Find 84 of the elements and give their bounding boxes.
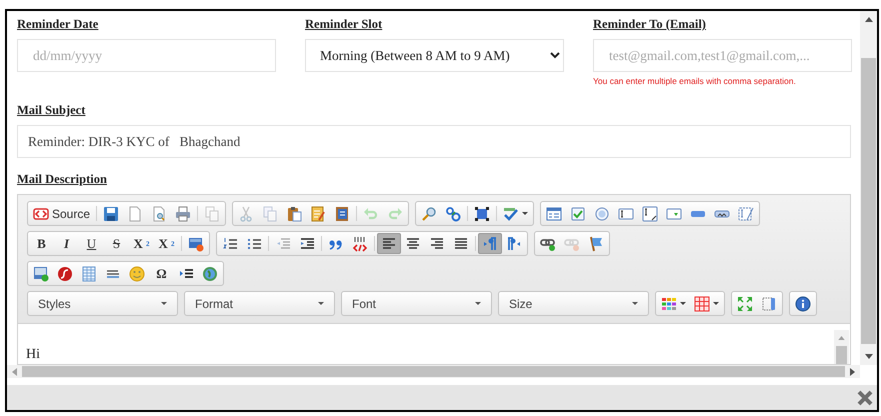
- preview-icon: [151, 206, 168, 222]
- scissors-icon: [238, 206, 254, 222]
- copy-icon: [262, 206, 278, 222]
- field-label: Mail Description: [17, 172, 108, 188]
- document-icon: [334, 206, 350, 222]
- format-button[interactable]: X$^{2}$: [154, 233, 179, 254]
- smiley-icon: [129, 266, 145, 282]
- table-icon: [81, 266, 97, 282]
- text-field-icon: [618, 206, 634, 222]
- pages-icon: [204, 206, 220, 222]
- field-label: Reminder To (Email): [593, 17, 707, 33]
- scroll-right-icon[interactable]: [850, 368, 855, 376]
- caret-icon: [161, 302, 167, 305]
- editor-scrollbar[interactable]: [834, 330, 849, 364]
- field-label: Reminder Date: [17, 17, 100, 33]
- format-button[interactable]: B: [29, 233, 54, 254]
- toolbar-button[interactable]: [377, 233, 401, 254]
- outdent-icon: [275, 236, 291, 252]
- redo-icon: [387, 206, 404, 222]
- close-icon[interactable]: [857, 390, 873, 406]
- scroll-thumb[interactable]: [836, 346, 847, 364]
- checkbox-icon: [570, 206, 586, 222]
- caret-icon: [522, 212, 528, 215]
- page-icon: [127, 206, 144, 222]
- format-button[interactable]: Ω: [149, 263, 174, 284]
- select-icon: [666, 206, 682, 222]
- combo-dropdown[interactable]: Styles: [27, 291, 178, 316]
- slot-dropdown[interactable]: Morning (Between 8 AM to 9 AM): [305, 39, 564, 72]
- show-blocks-icon: [761, 296, 777, 312]
- info-icon: [795, 296, 811, 312]
- indent-icon: [299, 236, 315, 252]
- vertical-scrollbar[interactable]: [860, 11, 877, 365]
- editor-text: Hi: [26, 347, 40, 364]
- color-grid-icon: [661, 296, 677, 312]
- subject-field[interactable]: Reminder: DIR-3 KYC of Bhagchand: [17, 125, 851, 158]
- scroll-up-icon[interactable]: [864, 17, 872, 22]
- ltr-icon: [482, 236, 498, 252]
- globe-icon: [202, 266, 218, 282]
- horizontal-scrollbar[interactable]: [7, 365, 860, 378]
- select-all-icon: [474, 206, 490, 222]
- table-grid-icon: [694, 296, 710, 312]
- undo-icon: [363, 206, 380, 222]
- combo-dropdown[interactable]: Size: [498, 291, 649, 316]
- source-button[interactable]: Source: [29, 203, 94, 224]
- caret-icon: [475, 302, 481, 305]
- caret-icon: [318, 302, 324, 305]
- caret-icon: [632, 302, 638, 305]
- format-button[interactable]: S: [104, 233, 129, 254]
- field-label: Mail Subject: [17, 103, 86, 119]
- align-center-icon: [405, 236, 421, 252]
- hint-text: You can enter multiple emails with comma separation.: [593, 76, 797, 86]
- notepad-icon: [310, 206, 326, 222]
- radio-icon: [594, 206, 610, 222]
- combo-dropdown[interactable]: Font: [341, 291, 492, 316]
- align-right-icon: [429, 236, 445, 252]
- email-field[interactable]: test@gmail.com,test1@gmail.com,...: [593, 39, 852, 72]
- flag-icon: [588, 236, 604, 252]
- spellcheck-icon: [503, 206, 520, 222]
- caret-icon: [680, 302, 686, 305]
- format-button[interactable]: U: [79, 233, 104, 254]
- field-label: Reminder Slot: [305, 17, 384, 33]
- caret-icon: [713, 302, 719, 305]
- align-left-icon: [381, 236, 397, 252]
- scroll-left-icon[interactable]: [12, 368, 17, 376]
- image-icon: [33, 266, 49, 282]
- numbered-list-icon: [222, 236, 238, 252]
- form-icon: [546, 206, 562, 222]
- date-field[interactable]: dd/mm/yyyy: [17, 39, 276, 72]
- text-area-icon: [642, 206, 658, 222]
- search-icon: [421, 206, 438, 222]
- maximize-icon: [737, 296, 753, 312]
- justify-icon: [453, 236, 469, 252]
- floppy-icon: [103, 206, 120, 222]
- scroll-thumb[interactable]: [861, 58, 876, 344]
- rtl-icon: [506, 236, 522, 252]
- clipboard-icon: [286, 206, 302, 222]
- code-icon: [33, 206, 49, 222]
- scroll-down-icon[interactable]: [864, 354, 872, 359]
- div-icon: [352, 236, 368, 252]
- format-button[interactable]: I: [54, 233, 79, 254]
- printer-icon: [175, 206, 192, 222]
- scroll-thumb[interactable]: [22, 366, 845, 377]
- combo-dropdown[interactable]: Format: [184, 291, 335, 316]
- flash-icon: [57, 266, 73, 282]
